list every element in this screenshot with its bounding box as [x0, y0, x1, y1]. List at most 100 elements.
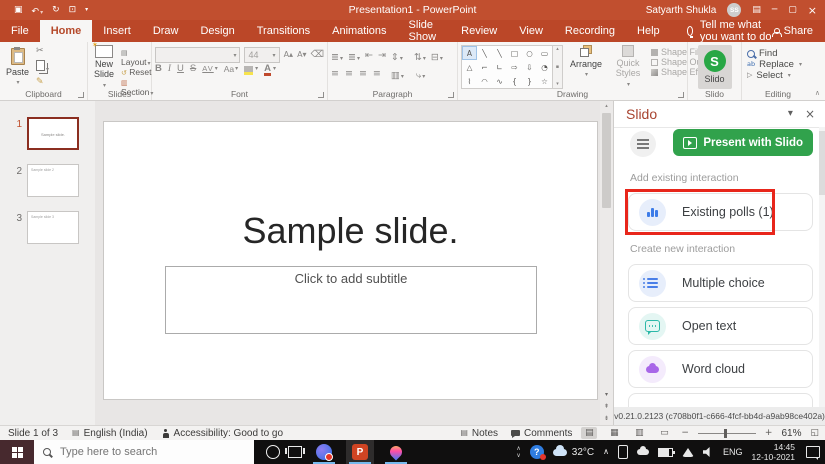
reading-view-button[interactable]: [631, 427, 647, 439]
slideshow-view-button[interactable]: [656, 427, 672, 439]
cut-icon[interactable]: [36, 47, 49, 56]
editor-scrollbar[interactable]: [600, 101, 613, 425]
present-with-slido-button[interactable]: Present with Slido: [673, 129, 813, 156]
format-painter-icon[interactable]: [36, 78, 49, 87]
zoom-in-icon[interactable]: [765, 429, 773, 438]
layout-button[interactable]: Layout: [121, 47, 153, 67]
start-slideshow-icon[interactable]: [69, 6, 77, 15]
tab-design[interactable]: Design: [189, 20, 245, 42]
minimize-icon[interactable]: [772, 6, 777, 15]
numbering-button[interactable]: [348, 47, 360, 65]
maximize-icon[interactable]: [788, 6, 797, 15]
tab-insert[interactable]: Insert: [92, 20, 142, 42]
font-color-button[interactable]: A: [264, 63, 276, 76]
clear-formatting-icon[interactable]: [311, 50, 324, 60]
smartart-convert-button[interactable]: [416, 65, 425, 83]
panel-dropdown-icon[interactable]: [788, 109, 793, 119]
font-size-combo[interactable]: 44: [244, 47, 280, 63]
start-button[interactable]: [0, 440, 34, 464]
quick-styles-button[interactable]: Quick Styles: [609, 45, 647, 88]
multiple-choice-card[interactable]: Multiple choice: [628, 264, 813, 302]
normal-view-button[interactable]: [581, 427, 598, 439]
slido-button[interactable]: S Slido: [697, 45, 732, 89]
align-text-button[interactable]: [431, 47, 443, 65]
italic-button[interactable]: I: [168, 64, 171, 74]
user-name[interactable]: Satyarth Shukla: [646, 5, 717, 16]
undo-dropdown-icon[interactable]: [40, 9, 43, 16]
accessibility-status[interactable]: Accessibility: Good to go: [162, 428, 283, 439]
language-status[interactable]: English (India): [72, 428, 148, 439]
panel-close-icon[interactable]: [805, 108, 815, 120]
partial-card[interactable]: [628, 393, 813, 407]
battery-icon[interactable]: [658, 447, 675, 457]
tab-slide-show[interactable]: Slide Show: [398, 19, 451, 43]
columns-button[interactable]: [391, 65, 404, 83]
tab-transitions[interactable]: Transitions: [246, 20, 321, 42]
tab-recording[interactable]: Recording: [554, 20, 626, 42]
shapes-gallery[interactable]: A ╲ ╲ □ ○ ▭ △ ⌐ ∟ ⇨ ⇩ ◔ ⌇ ◠ ∿{} ☆: [461, 45, 563, 89]
subtitle-placeholder[interactable]: Click to add subtitle: [165, 266, 537, 334]
text-highlight-button[interactable]: [244, 65, 258, 75]
next-slide-icon[interactable]: [604, 416, 609, 422]
increase-indent-icon[interactable]: [378, 51, 386, 61]
close-icon[interactable]: [808, 5, 817, 16]
new-slide-button[interactable]: New Slide: [91, 41, 117, 89]
find-button[interactable]: Find: [747, 48, 813, 59]
onedrive-icon[interactable]: [637, 446, 649, 455]
thumbnail-1[interactable]: 1 Sample slide.: [0, 117, 95, 150]
tab-file[interactable]: File: [0, 20, 40, 42]
scroll-up-icon[interactable]: [605, 104, 608, 109]
scroll-down-icon[interactable]: [605, 392, 608, 398]
thumbnail-2[interactable]: 2 Sample slide 2: [0, 164, 95, 197]
search-input[interactable]: [58, 445, 232, 459]
tab-home[interactable]: Home: [39, 20, 93, 42]
tab-help[interactable]: Help: [626, 20, 671, 42]
select-button[interactable]: Select: [747, 70, 813, 81]
existing-polls-card[interactable]: Existing polls (1): [628, 193, 813, 231]
underline-button[interactable]: U: [177, 63, 184, 74]
input-language[interactable]: ENG: [723, 447, 743, 457]
previous-slide-icon[interactable]: [604, 404, 609, 410]
tell-me-box[interactable]: Tell me what you want to do: [686, 19, 772, 43]
bullets-button[interactable]: [331, 47, 343, 65]
zoom-level[interactable]: 61%: [781, 428, 801, 439]
slide-title[interactable]: Sample slide.: [104, 210, 597, 252]
drawing-dialog-launcher[interactable]: [678, 92, 684, 98]
powerpoint-taskbar-item[interactable]: P: [346, 440, 374, 464]
replace-button[interactable]: Replace: [747, 59, 813, 70]
bold-button[interactable]: B: [155, 63, 162, 74]
paste-button[interactable]: Paste: [3, 45, 32, 89]
network-icon[interactable]: [682, 447, 694, 457]
line-spacing-button[interactable]: [391, 47, 403, 65]
clipboard-dialog-launcher[interactable]: [78, 92, 84, 98]
zoom-slider-thumb[interactable]: [723, 428, 727, 438]
comments-button[interactable]: Comments: [511, 428, 572, 439]
open-text-card[interactable]: Open text: [628, 307, 813, 345]
shapes-gallery-scroll[interactable]: [553, 45, 563, 89]
cortana-icon[interactable]: [266, 445, 280, 459]
character-spacing-button[interactable]: AV: [202, 64, 217, 73]
help-notification-icon[interactable]: ?: [529, 445, 546, 460]
undo-button[interactable]: [32, 1, 43, 19]
tab-animations[interactable]: Animations: [321, 20, 397, 42]
notes-button[interactable]: Notes: [460, 428, 498, 439]
panel-scrollbar[interactable]: [819, 127, 825, 407]
slide-sorter-view-button[interactable]: [606, 427, 622, 439]
copy-button[interactable]: [36, 58, 49, 76]
word-cloud-card[interactable]: Word cloud: [628, 350, 813, 388]
thumbnail-3[interactable]: 3 Sample slide 3: [0, 211, 95, 244]
fit-slide-icon[interactable]: [810, 429, 819, 438]
scrollbar-thumb[interactable]: [602, 113, 611, 208]
taskbar-expand-icons[interactable]: [516, 446, 520, 459]
align-center-icon[interactable]: [345, 69, 353, 79]
zoom-out-icon[interactable]: [681, 429, 689, 438]
collapse-ribbon-icon[interactable]: [815, 90, 820, 97]
clock[interactable]: 14:45 12-10-2021: [752, 442, 795, 462]
customize-qat-icon[interactable]: [85, 7, 88, 13]
tab-draw[interactable]: Draw: [142, 20, 190, 42]
tab-view[interactable]: View: [508, 20, 554, 42]
redo-icon[interactable]: [52, 6, 60, 15]
taskbar-search[interactable]: [34, 440, 254, 464]
save-icon[interactable]: [14, 6, 23, 15]
task-view-icon[interactable]: [285, 446, 305, 458]
